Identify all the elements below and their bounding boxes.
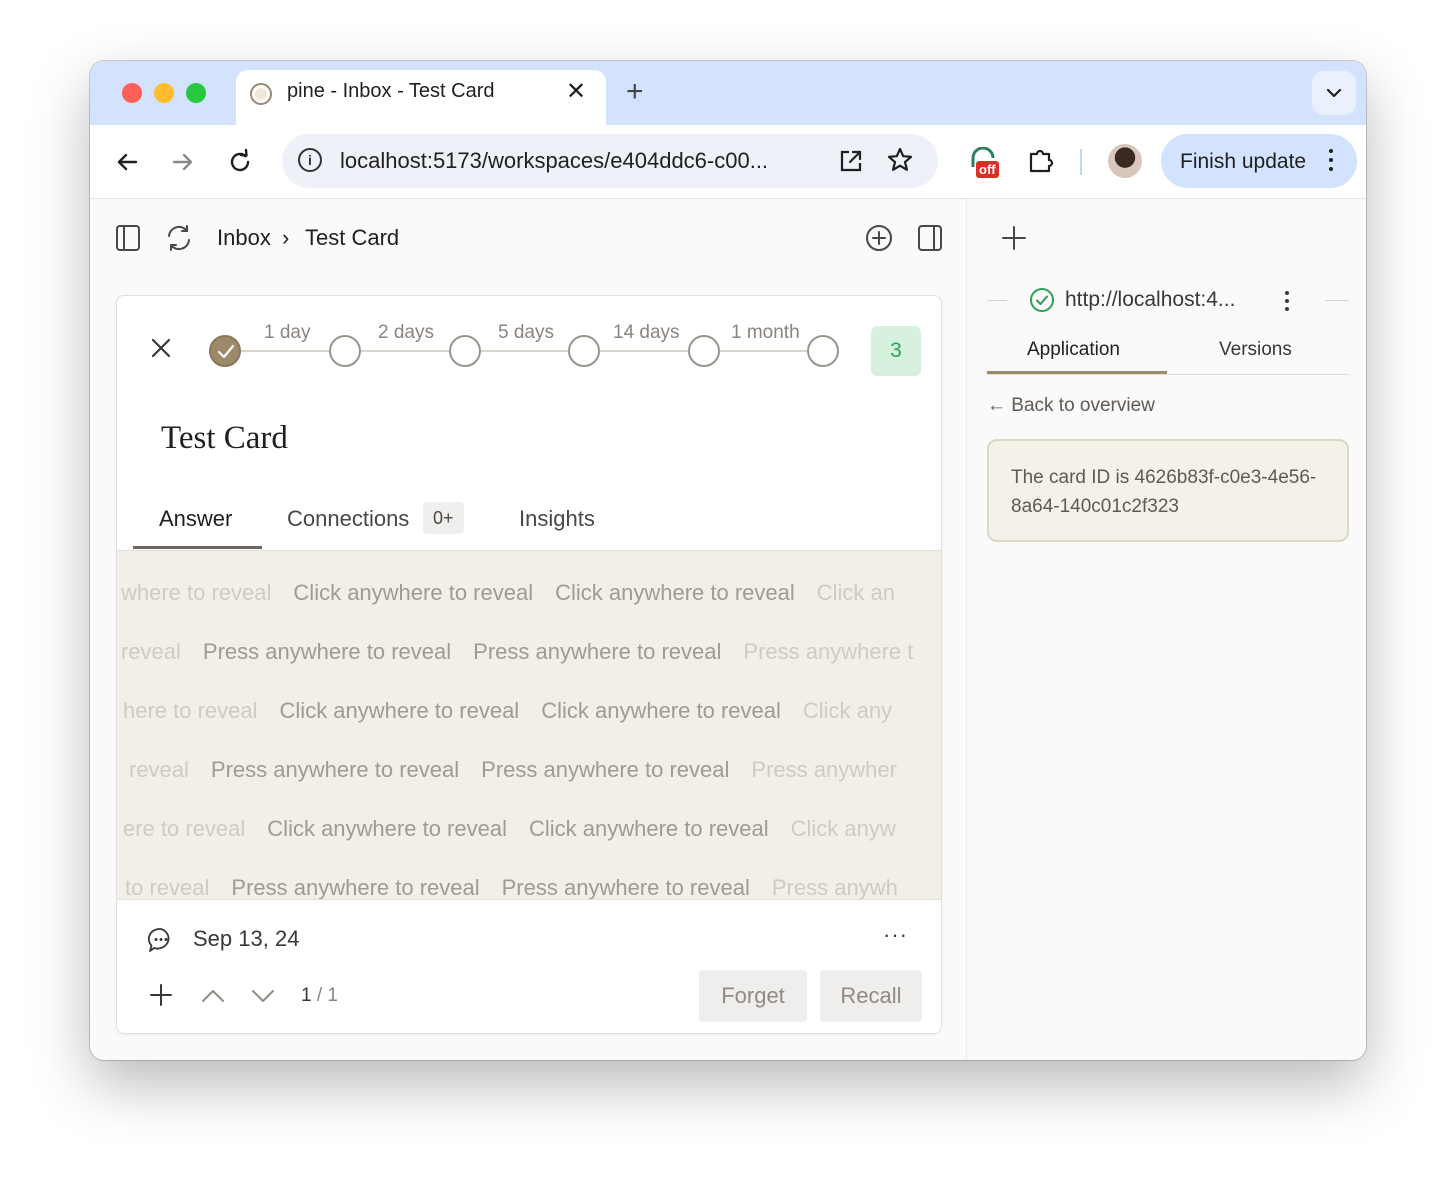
reveal-row: reveal Press anywhere to reveal Press anyw… (129, 757, 897, 782)
card-tabs: Answer Connections 0+ Insights (133, 492, 941, 550)
new-tab-button[interactable]: + (626, 75, 644, 109)
recall-button[interactable]: Recall (820, 970, 922, 1022)
reveal-row: here to reveal Click anywhere to reveal Cl… (123, 698, 893, 723)
review-timeline: 1 day 2 days 5 days 14 days 1 month (209, 322, 849, 372)
browser-window: pine - Inbox - Test Card ✕ + i localhost… (90, 61, 1366, 1060)
browser-toolbar: i localhost:5173/workspaces/e404ddc6-c00… (90, 125, 1366, 199)
close-icon[interactable] (149, 336, 173, 360)
extension-off-button[interactable]: off (970, 146, 1000, 179)
extension-off-badge: off (976, 161, 999, 178)
app-header: Inbox › Test Card (90, 199, 966, 277)
more-vertical-icon[interactable] (1285, 291, 1289, 315)
forget-button[interactable]: Forget (699, 970, 807, 1022)
card-date: Sep 13, 24 (193, 926, 300, 951)
timeline-track (225, 350, 825, 352)
timeline-step[interactable] (329, 335, 361, 367)
answer-reveal-area[interactable]: where to reveal Click anywhere to reveal C… (117, 550, 941, 900)
interval-label: 2 days (378, 322, 434, 343)
chevron-down-icon (1326, 88, 1342, 98)
reveal-row: where to reveal Click anywhere to reveal C… (121, 580, 896, 605)
tab-title: pine - Inbox - Test Card (287, 80, 495, 102)
right-panel: http://localhost:4... Application Versio… (966, 199, 1366, 1060)
open-in-new-icon[interactable] (838, 148, 864, 174)
reveal-row: reveal Press anywhere to reveal Press anyw… (121, 639, 914, 664)
tab-search-button[interactable] (1312, 71, 1356, 115)
app-site-row: http://localhost:4... (987, 285, 1349, 317)
divider (1325, 300, 1349, 301)
timeline-step[interactable] (807, 335, 839, 367)
tab-connections[interactable]: Connections (287, 506, 409, 532)
connections-count-badge: 0+ (423, 502, 464, 534)
chevron-down-icon[interactable] (251, 988, 275, 1004)
card-id-note: The card ID is 4626b83f-c0e3-4e56-8a64-1… (987, 439, 1349, 542)
add-icon[interactable] (1001, 225, 1027, 251)
pagination-indicator: 1 / 1 (301, 985, 338, 1006)
timeline-step[interactable] (688, 335, 720, 367)
interval-label: 1 month (731, 322, 800, 343)
sidebar-toggle-icon[interactable] (114, 223, 142, 253)
card-title[interactable]: Test Card (161, 420, 288, 457)
bookmark-star-icon[interactable] (886, 146, 914, 174)
checkmark-icon (217, 344, 235, 359)
toolbar-divider (1080, 149, 1082, 175)
browser-tab-active[interactable]: pine - Inbox - Test Card ✕ (236, 70, 606, 126)
pine-favicon-icon (250, 83, 272, 105)
site-info-icon[interactable]: i (298, 148, 322, 172)
timeline-step[interactable] (568, 335, 600, 367)
finish-update-button[interactable]: Finish update (1161, 134, 1357, 188)
right-panel-toggle-icon[interactable] (916, 223, 944, 253)
timeline-step-done[interactable] (209, 335, 241, 367)
flashcard: 1 day 2 days 5 days 14 days 1 month 3 Te… (116, 295, 942, 1034)
minimize-window-button[interactable] (154, 83, 174, 103)
breadcrumb-current: Test Card (305, 225, 400, 250)
back-arrow-icon[interactable] (112, 147, 142, 177)
reveal-row: ere to reveal Click anywhere to reveal Cli… (123, 816, 896, 841)
interval-label: 14 days (613, 322, 680, 343)
extensions-puzzle-icon[interactable] (1026, 145, 1056, 175)
card-footer: Sep 13, 24 ··· 1 / 1 Forget Recall (117, 900, 941, 1033)
more-vertical-icon (1329, 149, 1333, 173)
back-to-overview-link[interactable]: ← Back to overview (987, 395, 1155, 417)
divider (987, 300, 1007, 301)
tab-application[interactable]: Application (1027, 339, 1120, 361)
close-window-button[interactable] (122, 83, 142, 103)
more-options-icon[interactable]: ··· (883, 922, 908, 948)
finish-update-label: Finish update (1180, 150, 1307, 173)
tab-close-button[interactable]: ✕ (566, 78, 586, 106)
breadcrumb-separator: › (282, 225, 290, 250)
interval-label: 5 days (498, 322, 554, 343)
tab-insights[interactable]: Insights (519, 506, 595, 532)
reveal-row: to reveal Press anywhere to reveal Press a… (125, 875, 898, 900)
timeline-step[interactable] (449, 335, 481, 367)
main-pane: Inbox › Test Card 1 day 2 days 5 days 14… (90, 199, 966, 1060)
app-content: Inbox › Test Card 1 day 2 days 5 days 14… (90, 199, 1366, 1060)
address-bar[interactable]: i localhost:5173/workspaces/e404ddc6-c00… (282, 134, 938, 188)
tab-versions[interactable]: Versions (1219, 339, 1292, 361)
interval-label: 1 day (264, 322, 311, 343)
reload-icon[interactable] (225, 147, 255, 177)
tab-strip: pine - Inbox - Test Card ✕ + (90, 61, 1366, 126)
forward-arrow-icon[interactable] (168, 147, 198, 177)
add-icon[interactable] (149, 983, 173, 1007)
profile-avatar[interactable] (1108, 144, 1142, 178)
check-circle-icon (1030, 288, 1054, 312)
comment-icon[interactable] (147, 926, 175, 954)
review-count-badge: 3 (871, 326, 921, 376)
active-tab-underline (133, 546, 262, 549)
breadcrumb-inbox[interactable]: Inbox (217, 225, 271, 251)
right-panel-tabs: Application Versions (987, 335, 1349, 375)
app-site-url[interactable]: http://localhost:4... (1065, 288, 1235, 312)
maximize-window-button[interactable] (186, 83, 206, 103)
chevron-up-icon[interactable] (201, 988, 225, 1004)
url-text[interactable]: localhost:5173/workspaces/e404ddc6-c00..… (340, 148, 768, 174)
sync-icon[interactable] (164, 223, 194, 253)
add-circle-icon[interactable] (864, 223, 894, 253)
active-tab-underline (987, 371, 1167, 374)
tab-answer[interactable]: Answer (159, 506, 232, 532)
